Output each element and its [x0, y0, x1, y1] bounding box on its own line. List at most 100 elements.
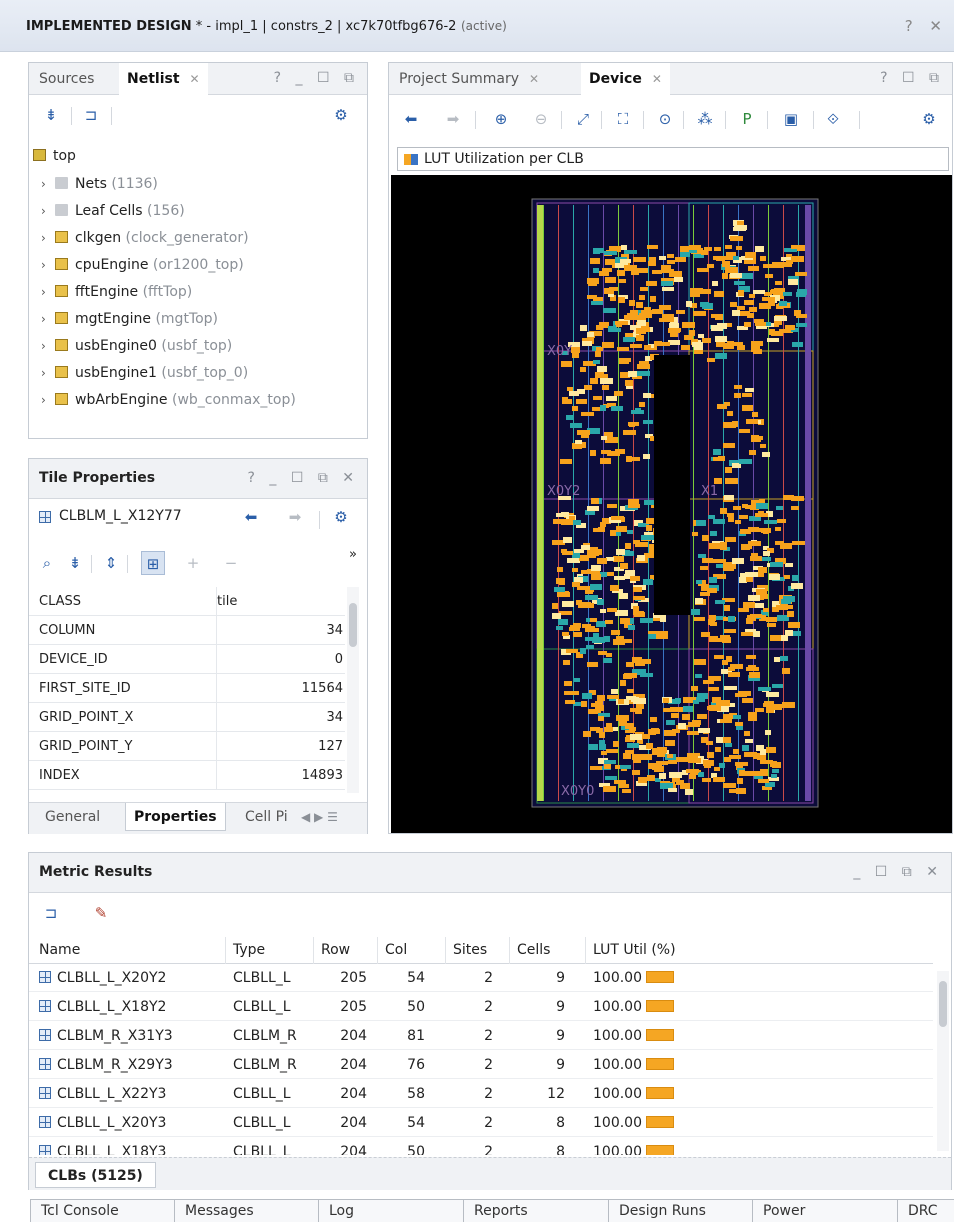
zoom-selection-icon[interactable]: ⛶: [611, 107, 635, 131]
group-icon[interactable]: ⊞: [141, 551, 165, 575]
close-tab-icon[interactable]: ✕: [652, 72, 662, 86]
tab-clbs[interactable]: CLBs (5125): [35, 1162, 156, 1188]
bottom-tab[interactable]: Reports: [463, 1199, 608, 1222]
collapse-all-icon[interactable]: ⇟: [39, 103, 63, 127]
close-tab-icon[interactable]: ✕: [529, 72, 539, 86]
tab-netlist[interactable]: Netlist ✕: [119, 63, 208, 95]
table-row[interactable]: CLBLM_R_X31Y3 CLBLM_R 204 81 2 9 100.00: [29, 1023, 933, 1050]
tab-project-summary[interactable]: Project Summary ✕: [391, 63, 547, 95]
column-header[interactable]: Cells: [517, 942, 550, 958]
property-row[interactable]: COLUMN 34: [29, 616, 345, 645]
settings-gear-icon[interactable]: ⚙: [329, 505, 353, 529]
close-tab-icon[interactable]: ✕: [190, 72, 200, 86]
expand-chevron-icon[interactable]: ›: [41, 225, 55, 252]
bottom-tab[interactable]: Tcl Console: [30, 1199, 174, 1222]
table-row[interactable]: CLBLL_L_X18Y2 CLBLL_L 205 50 2 9 100.00: [29, 994, 933, 1021]
property-row[interactable]: DEVICE_ID 0: [29, 645, 345, 674]
expand-chevron-icon[interactable]: ›: [41, 333, 55, 360]
property-row[interactable]: CLASS tile: [29, 587, 345, 616]
routing-icon[interactable]: ⁂: [693, 107, 717, 131]
property-row[interactable]: GRID_POINT_Y 127: [29, 732, 345, 761]
back-arrow-icon[interactable]: ⬅: [399, 107, 423, 131]
forward-arrow-icon[interactable]: ➡: [441, 107, 465, 131]
netlist-window-controls[interactable]: ? _ ☐ ⧉: [274, 70, 359, 86]
back-arrow-icon[interactable]: ⬅: [239, 505, 263, 529]
metric-window-controls[interactable]: _ ☐ ⧉ ✕: [853, 864, 943, 880]
tab-nav-icons[interactable]: ◀ ▶ ☰: [301, 803, 338, 831]
crosshair-icon[interactable]: ⊙: [653, 107, 677, 131]
bottom-tab[interactable]: Messages: [174, 1199, 318, 1222]
table-row[interactable]: CLBLL_L_X20Y2 CLBLL_L 205 54 2 9 100.00: [29, 965, 933, 992]
collapse-all-icon[interactable]: ⇟: [63, 551, 87, 575]
tree-item[interactable]: › usbEngine1 (usbf_top_0): [41, 360, 248, 387]
tile-grid-icon: [39, 1087, 51, 1099]
tree-item[interactable]: › fftEngine (fftTop): [41, 279, 192, 306]
column-header[interactable]: Col: [385, 942, 407, 958]
tree-item[interactable]: › Nets (1136): [41, 171, 158, 198]
tile-properties-panel: Tile Properties ? _ ☐ ⧉ ✕ CLBLM_L_X12Y77…: [28, 458, 368, 834]
tab-general[interactable]: General: [45, 803, 100, 831]
settings-gear-icon[interactable]: ⚙: [917, 107, 941, 131]
zoom-out-icon[interactable]: ⊖: [529, 107, 553, 131]
tree-item[interactable]: › mgtEngine (mgtTop): [41, 306, 218, 333]
column-header[interactable]: Row: [321, 942, 350, 958]
place-icon[interactable]: P: [735, 107, 759, 131]
expand-chevron-icon[interactable]: ›: [41, 360, 55, 387]
expand-chevron-icon[interactable]: ›: [41, 171, 55, 198]
tab-properties[interactable]: Properties: [125, 803, 226, 831]
expand-chevron-icon[interactable]: ›: [41, 387, 55, 414]
tree-item-name: mgtEngine: [75, 311, 151, 327]
expand-chevron-icon[interactable]: ›: [41, 279, 55, 306]
tab-device[interactable]: Device ✕: [581, 63, 670, 95]
metric-scrollbar[interactable]: [937, 971, 949, 1151]
property-value: 14893: [301, 768, 343, 783]
metric-selector[interactable]: LUT Utilization per CLB: [397, 147, 949, 171]
table-row[interactable]: CLBLL_L_X22Y3 CLBLL_L 204 58 2 12 100.00: [29, 1081, 933, 1108]
bottom-tab[interactable]: DRC: [897, 1199, 954, 1222]
layers-icon[interactable]: ▣: [779, 107, 803, 131]
table-row[interactable]: CLBLL_L_X18Y3 CLBLL_L 204 50 2 8 100.00: [29, 1139, 933, 1155]
settings-gear-icon[interactable]: ⚙: [329, 103, 353, 127]
search-icon[interactable]: ⌕: [35, 551, 59, 575]
tree-item[interactable]: › cpuEngine (or1200_top): [41, 252, 244, 279]
tree-item[interactable]: › clkgen (clock_generator): [41, 225, 249, 252]
property-row[interactable]: FIRST_SITE_ID 11564: [29, 674, 345, 703]
tree-root-top[interactable]: top: [33, 143, 76, 170]
bottom-tab[interactable]: Design Runs: [608, 1199, 752, 1222]
hierarchy-icon[interactable]: ⊐: [39, 901, 63, 925]
bottom-tab[interactable]: Power: [752, 1199, 897, 1222]
highlight-icon[interactable]: ✎: [89, 901, 113, 925]
column-header[interactable]: Type: [233, 942, 265, 958]
remove-icon[interactable]: −: [219, 551, 243, 575]
table-row[interactable]: CLBLM_R_X29Y3 CLBLM_R 204 76 2 9 100.00: [29, 1052, 933, 1079]
tab-sources[interactable]: Sources: [31, 63, 102, 95]
zoom-fit-icon[interactable]: ⤢: [571, 107, 595, 131]
tab-cell-pins[interactable]: Cell Pi: [245, 803, 288, 831]
connect-icon[interactable]: ⟐: [821, 107, 845, 131]
tree-item[interactable]: › wbArbEngine (wb_conmax_top): [41, 387, 296, 414]
column-header[interactable]: Sites: [453, 942, 487, 958]
table-row[interactable]: CLBLL_L_X20Y3 CLBLL_L 204 54 2 8 100.00: [29, 1110, 933, 1137]
expand-collapse-icon[interactable]: ⇕: [99, 551, 123, 575]
device-canvas[interactable]: X0Y X0Y2 X1 X0Y0: [391, 175, 952, 833]
property-row[interactable]: INDEX 14893: [29, 761, 345, 790]
property-scrollbar[interactable]: [347, 587, 359, 793]
tile-window-controls[interactable]: ? _ ☐ ⧉ ✕: [247, 470, 359, 486]
tree-item[interactable]: › usbEngine0 (usbf_top): [41, 333, 232, 360]
forward-arrow-icon[interactable]: ➡: [283, 505, 307, 529]
expand-chevron-icon[interactable]: ›: [41, 252, 55, 279]
bottom-tab[interactable]: Log: [318, 1199, 463, 1222]
cell-sites: 2: [484, 1086, 493, 1102]
column-header[interactable]: Name: [39, 942, 80, 958]
expand-chevron-icon[interactable]: ›: [41, 306, 55, 333]
overflow-icon[interactable]: »: [349, 547, 357, 562]
hierarchy-icon[interactable]: ⊐: [79, 103, 103, 127]
add-icon[interactable]: +: [181, 551, 205, 575]
expand-chevron-icon[interactable]: ›: [41, 198, 55, 225]
device-window-controls[interactable]: ? ☐ ⧉: [880, 70, 944, 86]
title-controls[interactable]: ? ✕: [905, 17, 948, 35]
column-header[interactable]: LUT Util (%): [593, 942, 676, 958]
zoom-in-icon[interactable]: ⊕: [489, 107, 513, 131]
property-row[interactable]: GRID_POINT_X 34: [29, 703, 345, 732]
tree-item[interactable]: › Leaf Cells (156): [41, 198, 185, 225]
